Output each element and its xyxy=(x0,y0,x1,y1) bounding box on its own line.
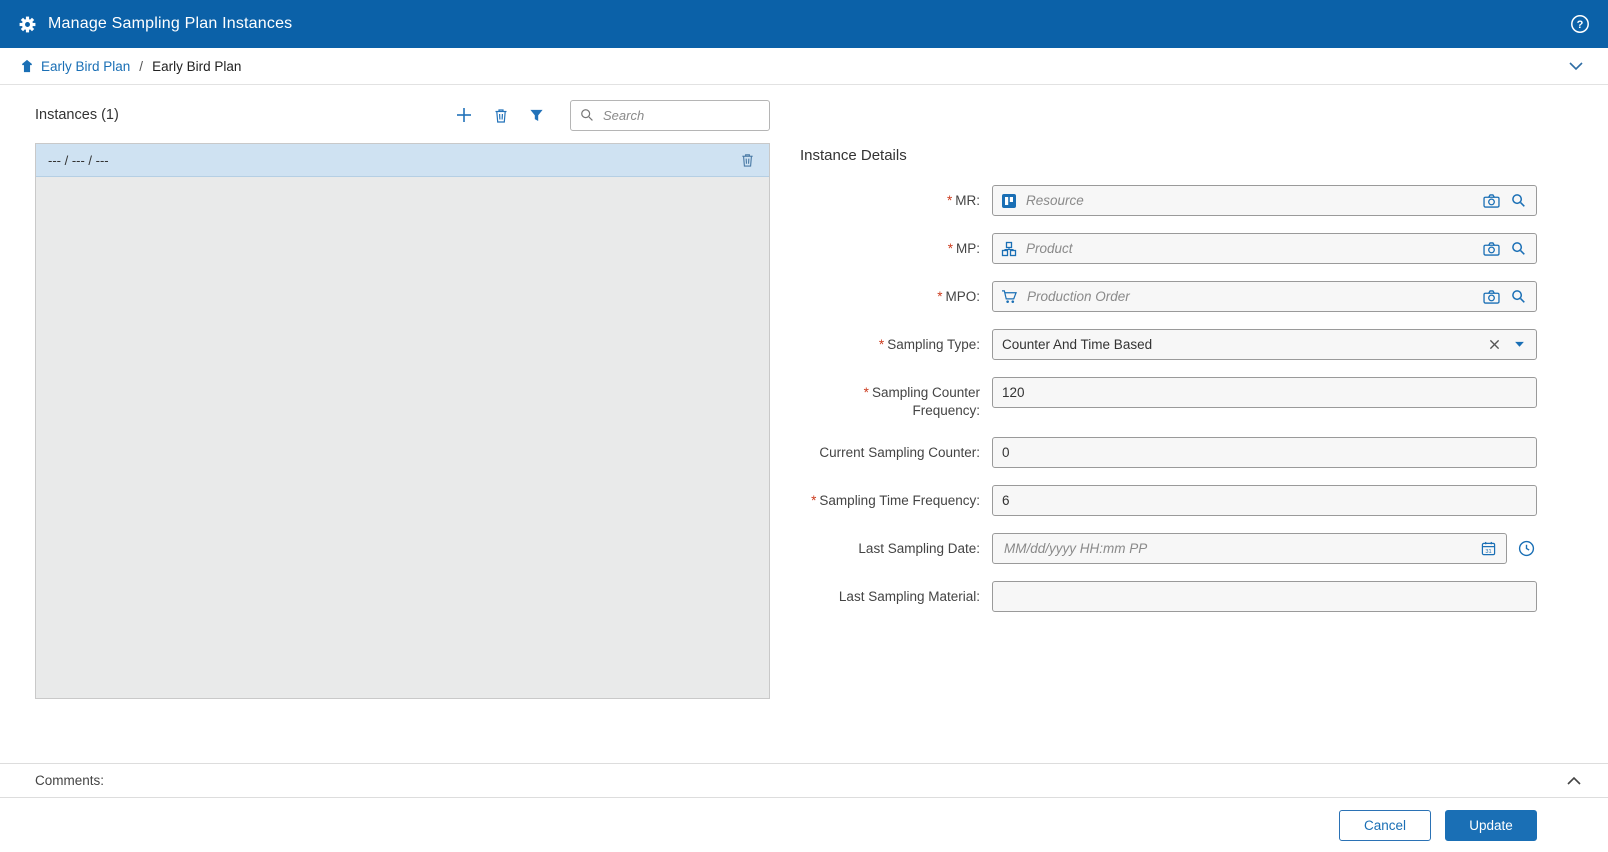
required-marker: * xyxy=(811,493,816,508)
details-title: Instance Details xyxy=(800,147,1538,164)
field-row-sampling-time-frequency: *Sampling Time Frequency: xyxy=(800,485,1538,516)
sampling-counter-frequency-label: Sampling Counter Frequency: xyxy=(872,385,980,418)
search-icon xyxy=(580,108,594,122)
svg-text:?: ? xyxy=(1577,19,1584,31)
last-sampling-date-input[interactable] xyxy=(1002,540,1471,557)
search-box xyxy=(570,100,770,131)
product-icon xyxy=(1001,241,1017,257)
sampling-time-frequency-label: Sampling Time Frequency: xyxy=(819,493,980,508)
settings-gear-icon xyxy=(18,15,37,34)
instance-list: --- / --- / --- xyxy=(35,143,770,699)
sampling-type-value: Counter And Time Based xyxy=(1002,337,1477,352)
instance-details-panel: Instance Details *MR: xyxy=(800,97,1538,699)
breadcrumb-parent-link[interactable]: Early Bird Plan xyxy=(41,59,130,74)
filter-button[interactable] xyxy=(529,108,544,123)
field-row-sampling-type: *Sampling Type: Counter And Time Based xyxy=(800,329,1538,360)
breadcrumb: Early Bird Plan / Early Bird Plan xyxy=(0,48,1608,85)
required-marker: * xyxy=(864,385,869,400)
field-row-mr: *MR: xyxy=(800,185,1538,216)
mr-label: MR: xyxy=(955,193,980,208)
sampling-type-label: Sampling Type: xyxy=(887,337,980,352)
required-marker: * xyxy=(948,241,953,256)
last-sampling-material-label: Last Sampling Material: xyxy=(839,589,980,604)
bottom-area: Comments: Cancel Update xyxy=(0,763,1608,852)
mp-camera-icon[interactable] xyxy=(1481,240,1502,258)
comments-bar: Comments: xyxy=(0,763,1608,798)
mp-input[interactable] xyxy=(1024,240,1474,257)
row-trash-icon[interactable] xyxy=(738,150,757,170)
mpo-input[interactable] xyxy=(1025,288,1474,305)
mp-label: MP: xyxy=(956,241,980,256)
top-bar: Manage Sampling Plan Instances ? xyxy=(0,0,1608,48)
chevron-down-icon[interactable] xyxy=(1564,57,1588,75)
sampling-counter-frequency-input[interactable] xyxy=(992,377,1537,408)
field-row-last-sampling-date: Last Sampling Date: 31 xyxy=(800,533,1538,564)
sampling-type-dropdown[interactable]: Counter And Time Based xyxy=(992,329,1537,360)
svg-text:31: 31 xyxy=(1485,549,1491,555)
mr-lookup-icon[interactable] xyxy=(1509,191,1528,210)
dropdown-caret-icon[interactable] xyxy=(1512,339,1527,350)
page-title: Manage Sampling Plan Instances xyxy=(48,15,292,33)
update-button[interactable]: Update xyxy=(1445,810,1537,841)
last-sampling-date-field: 31 xyxy=(992,533,1507,564)
current-sampling-counter-label: Current Sampling Counter: xyxy=(819,445,980,460)
delete-instance-button[interactable] xyxy=(493,107,509,124)
sampling-time-frequency-input[interactable] xyxy=(992,485,1537,516)
production-order-cart-icon xyxy=(1001,289,1018,304)
required-marker: * xyxy=(947,193,952,208)
clear-icon[interactable] xyxy=(1487,337,1502,352)
main-content: Instances (1) xyxy=(0,85,1608,699)
mpo-picker xyxy=(992,281,1537,312)
plan-icon xyxy=(20,59,34,73)
mpo-label: MPO: xyxy=(945,289,980,304)
mpo-camera-icon[interactable] xyxy=(1481,288,1502,306)
clock-icon[interactable] xyxy=(1516,538,1537,559)
mr-input[interactable] xyxy=(1024,192,1474,209)
resource-icon xyxy=(1001,193,1017,209)
field-row-mp: *MP: xyxy=(800,233,1538,264)
chevron-up-icon[interactable] xyxy=(1562,772,1586,790)
comments-label: Comments: xyxy=(35,773,104,788)
search-input[interactable] xyxy=(601,107,760,124)
mp-lookup-icon[interactable] xyxy=(1509,239,1528,258)
instance-row-label: --- / --- / --- xyxy=(48,153,109,168)
breadcrumb-separator: / xyxy=(139,59,143,74)
field-row-current-sampling-counter: Current Sampling Counter: xyxy=(800,437,1538,468)
cancel-button[interactable]: Cancel xyxy=(1339,810,1431,841)
add-instance-button[interactable] xyxy=(455,106,473,124)
instances-toolbar xyxy=(455,106,544,124)
calendar-icon[interactable]: 31 xyxy=(1479,539,1498,558)
mpo-lookup-icon[interactable] xyxy=(1509,287,1528,306)
current-sampling-counter-input[interactable] xyxy=(992,437,1537,468)
mr-picker xyxy=(992,185,1537,216)
footer-actions: Cancel Update xyxy=(0,798,1608,852)
field-row-sampling-counter-frequency: *Sampling Counter Frequency: xyxy=(800,377,1538,420)
help-icon[interactable]: ? xyxy=(1570,14,1590,34)
last-sampling-date-label: Last Sampling Date: xyxy=(858,541,980,556)
breadcrumb-current: Early Bird Plan xyxy=(152,59,241,74)
field-row-mpo: *MPO: xyxy=(800,281,1538,312)
required-marker: * xyxy=(937,289,942,304)
last-sampling-material-input[interactable] xyxy=(992,581,1537,612)
mr-camera-icon[interactable] xyxy=(1481,192,1502,210)
instances-title: Instances (1) xyxy=(35,107,119,123)
field-row-last-sampling-material: Last Sampling Material: xyxy=(800,581,1538,612)
instance-row[interactable]: --- / --- / --- xyxy=(36,144,769,177)
instances-panel: Instances (1) xyxy=(35,97,770,699)
mp-picker xyxy=(992,233,1537,264)
required-marker: * xyxy=(879,337,884,352)
